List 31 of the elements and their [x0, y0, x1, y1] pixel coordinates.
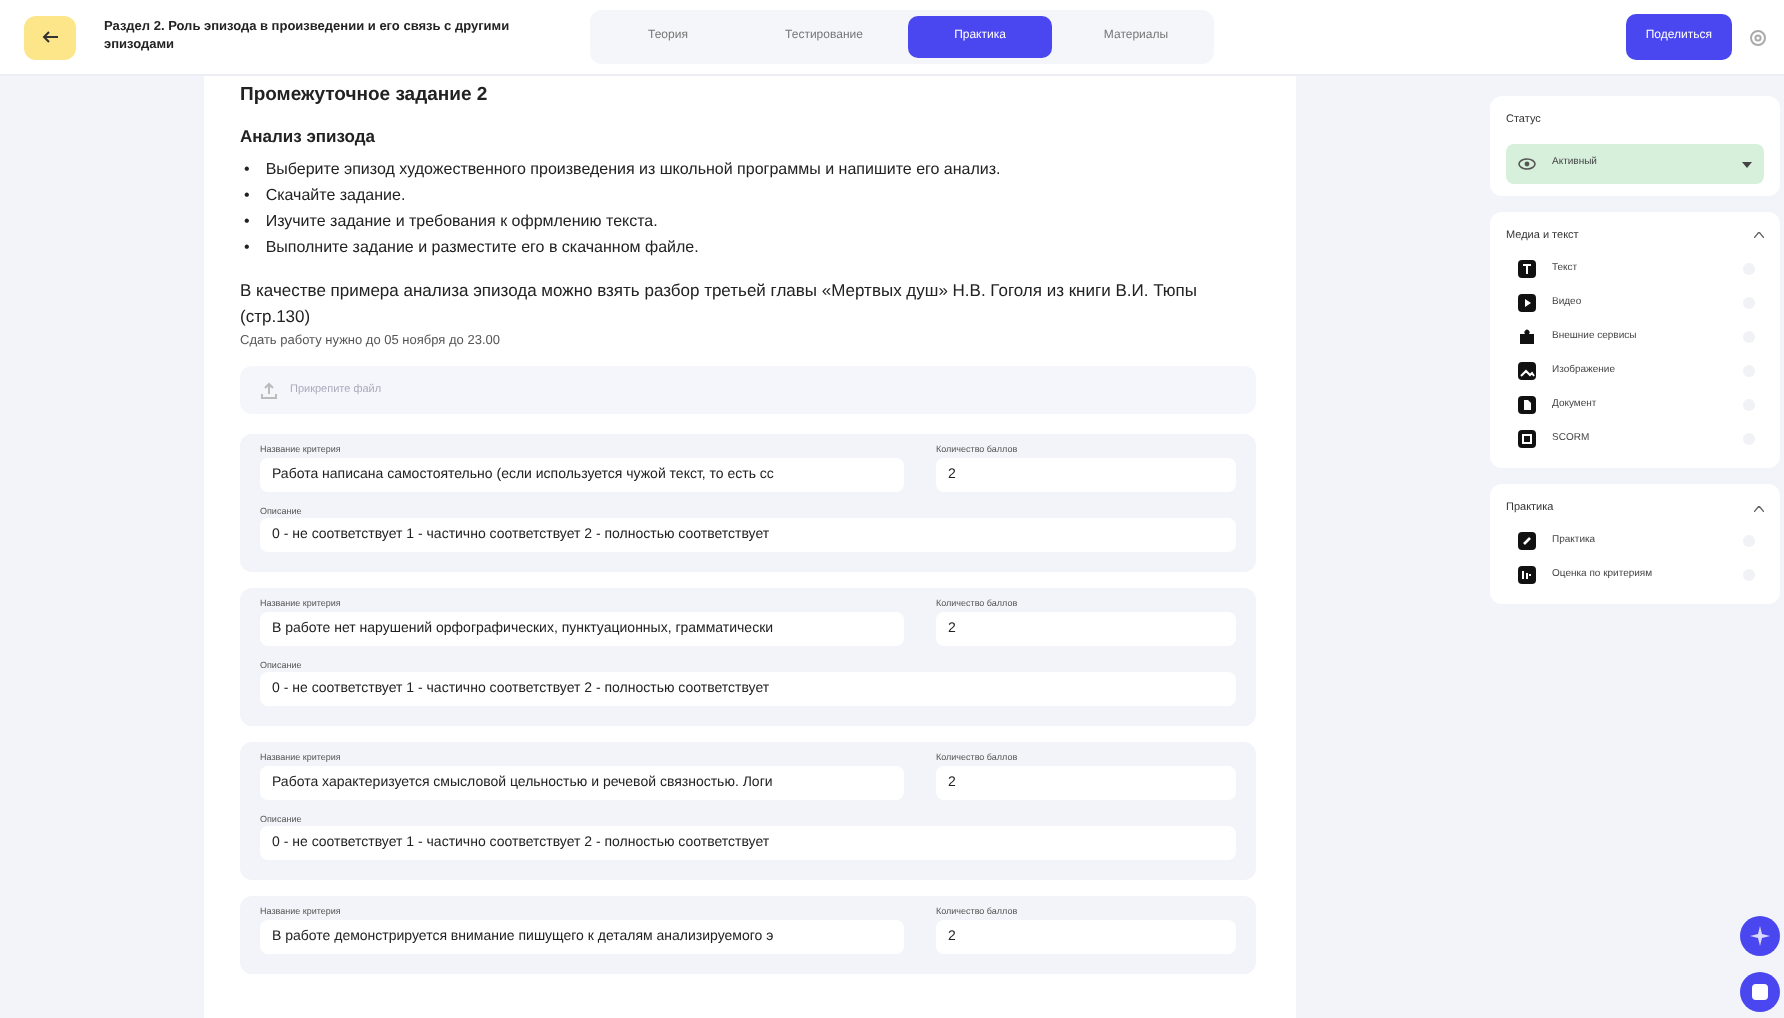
list-item: Выберите эпизод художественного произведения из школьной программы и напишите его анализ.	[265, 160, 1001, 180]
bullet-mark: •	[244, 160, 250, 180]
document-icon	[1518, 396, 1536, 414]
chat-icon	[1750, 982, 1770, 1002]
list-item: Выполните задание и разместите его в скачанном файле.	[265, 238, 699, 258]
settings-icon[interactable]	[1748, 27, 1768, 47]
arrow-left-icon	[41, 30, 59, 44]
chevron-up-icon[interactable]	[1754, 505, 1764, 512]
task-subtitle: Анализ эпизода	[240, 124, 377, 150]
list-item: Изучите задание и требования к офрмлению текста.	[265, 212, 658, 232]
eye-icon	[1518, 158, 1536, 170]
list-item: Скачайте задание.	[265, 186, 406, 206]
bullet-mark: •	[244, 186, 250, 206]
image-icon	[1518, 362, 1536, 380]
play-icon	[1518, 294, 1536, 312]
chevron-up-icon[interactable]	[1754, 232, 1764, 239]
task-note: В качестве примера анализа эпизода можно взять разбор третьей главы «Мертвых душ» Н.В. Гоголя из книги В.И. Тюпы (стр.130)	[240, 278, 1199, 329]
upload-icon	[260, 381, 278, 400]
sparkle-icon	[1750, 926, 1770, 946]
pencil-icon	[1518, 532, 1536, 551]
chat-button[interactable]	[1740, 972, 1780, 1012]
chart-icon	[1518, 566, 1536, 585]
text-icon	[1518, 260, 1536, 278]
back-button[interactable]	[24, 15, 76, 59]
task-title: Промежуточное задание 2	[240, 82, 490, 110]
caret-icon	[1742, 161, 1752, 167]
square-icon	[1518, 430, 1536, 448]
puzzle-icon	[1518, 328, 1536, 346]
bullet-mark: •	[244, 238, 250, 258]
bullet-mark: •	[244, 212, 250, 232]
sparkle-button[interactable]	[1740, 916, 1780, 956]
